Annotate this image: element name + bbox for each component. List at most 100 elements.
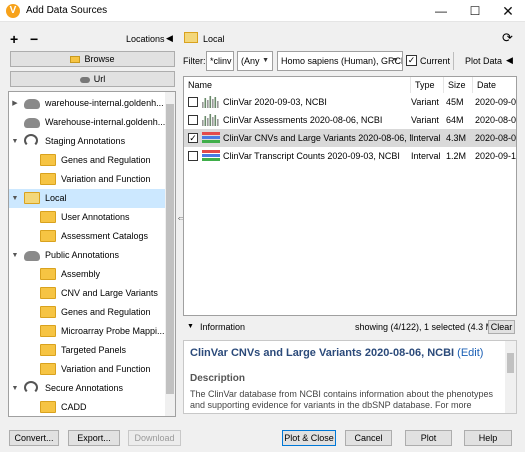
cloud-icon — [24, 99, 40, 109]
expand-right-icon[interactable]: ▶ — [10, 94, 20, 113]
tree-item[interactable]: CADD — [9, 398, 165, 416]
type-select[interactable]: (Any ▼ — [237, 51, 273, 71]
cancel-button[interactable]: Cancel — [345, 430, 392, 446]
chevron-down-icon[interactable]: ▼ — [187, 323, 194, 330]
file-name: ClinVar CNVs and Large Variants 2020-08-… — [223, 133, 411, 143]
tree-item[interactable]: CNV and Large Variants — [9, 284, 165, 303]
column-header-date[interactable]: Date — [473, 77, 516, 93]
tree-item[interactable]: Assessment Catalogs — [9, 227, 165, 246]
column-header-type[interactable]: Type — [411, 77, 444, 93]
collapse-plot-icon[interactable]: ◀ — [506, 55, 513, 66]
info-section-title: Description — [190, 373, 246, 384]
genome-select-value: Homo sapiens (Human), GRCh3 — [281, 56, 403, 66]
file-name: ClinVar 2020-09-03, NCBI — [223, 97, 327, 107]
file-type: Interval — [411, 133, 441, 143]
tree-item-label: Public Annotations — [45, 250, 120, 260]
interval-track-icon — [202, 132, 220, 143]
tree-item[interactable]: User Annotations — [9, 208, 165, 227]
folder-icon — [40, 268, 56, 280]
maximize-button[interactable]: ☐ — [459, 0, 491, 22]
download-button[interactable]: Download — [128, 430, 181, 446]
collapse-left-icon[interactable]: ◀ — [166, 33, 173, 44]
tree-item[interactable]: Targeted Panels — [9, 341, 165, 360]
tree-item[interactable]: Genes and Regulation — [9, 303, 165, 322]
tree-item-label: Targeted Panels — [61, 345, 127, 355]
expand-down-icon[interactable]: ▼ — [10, 379, 20, 398]
file-type: Interval — [411, 151, 441, 161]
plot-close-button[interactable]: Plot & Close — [282, 430, 336, 446]
current-checkbox[interactable]: ✓ — [406, 55, 417, 66]
file-list[interactable]: Name Type Size Date ClinVar 2020-09-03, … — [183, 76, 517, 316]
expand-down-icon[interactable]: ▼ — [10, 246, 20, 265]
file-date: 2020-09-04 — [475, 97, 517, 107]
tree-item-label: CADD — [61, 402, 87, 412]
file-date: 2020-09-17 — [475, 151, 517, 161]
table-row[interactable]: ClinVar Assessments 2020-08-06, NCBI Vari… — [184, 111, 516, 129]
tree-item[interactable]: Variation and Function — [9, 360, 165, 379]
info-scrollbar[interactable] — [505, 341, 516, 413]
tree-item[interactable]: ▼ Public Annotations — [9, 246, 165, 265]
tree-item-label: Genes and Regulation — [61, 307, 151, 317]
folder-icon — [40, 325, 56, 337]
locations-tree[interactable]: ▶ warehouse-internal.goldenh... Warehouse-… — [8, 91, 176, 417]
tree-item[interactable]: Genes and Regulation — [9, 151, 165, 170]
tree-item[interactable]: ▶ warehouse-internal.goldenh... — [9, 94, 165, 113]
column-header-size[interactable]: Size — [444, 77, 473, 93]
table-row[interactable]: ClinVar Transcript Counts 2020-09-03, NC… — [184, 147, 517, 165]
help-button[interactable]: Help — [464, 430, 512, 446]
tree-item-label: Warehouse-internal.goldenh... — [45, 117, 165, 127]
row-checkbox[interactable] — [188, 115, 198, 125]
file-size: 1.2M — [446, 151, 467, 161]
tree-item[interactable]: ▼ Staging Annotations — [9, 132, 165, 151]
genome-select[interactable]: Homo sapiens (Human), GRCh3 ▼ — [277, 51, 403, 71]
tree-item-label: CNV and Large Variants — [61, 288, 158, 298]
folder-icon — [40, 401, 56, 413]
refresh-icon[interactable]: ⟳ — [502, 30, 513, 46]
table-row[interactable]: ClinVar 2020-09-03, NCBI Variant 45M 2020-0… — [184, 93, 517, 111]
title-bar: V Add Data Sources — ☐ ✕ — [0, 0, 525, 22]
tree-scrollbar-thumb[interactable] — [166, 104, 174, 394]
locations-label: Locations — [126, 34, 165, 44]
add-location-button[interactable]: + — [10, 31, 18, 47]
wifi-icon — [24, 134, 38, 147]
tree-item-label: Secure Annotations — [45, 383, 124, 393]
tree-item-label: warehouse-internal.goldenh... — [45, 98, 164, 108]
table-row[interactable]: ✓ ClinVar CNVs and Large Variants 2020-08… — [184, 129, 516, 147]
tree-item[interactable]: Assembly — [9, 265, 165, 284]
tree-item[interactable]: ▼ Secure Annotations — [9, 379, 165, 398]
location-title: Local — [203, 34, 225, 44]
export-button[interactable]: Export... — [68, 430, 120, 446]
tree-item-label: Local — [45, 193, 67, 203]
tree-item[interactable]: ▼ Local — [9, 189, 165, 208]
tree-item[interactable]: Microarray Probe Mappi... — [9, 322, 165, 341]
folder-open-icon — [24, 192, 40, 204]
row-checkbox[interactable]: ✓ — [188, 133, 198, 143]
filter-input[interactable]: *clinv — [206, 51, 234, 71]
file-type: Variant — [411, 97, 439, 107]
row-checkbox[interactable] — [188, 97, 198, 107]
folder-icon — [40, 154, 56, 166]
column-header-name[interactable]: Name — [184, 77, 411, 93]
minimize-button[interactable]: — — [425, 0, 457, 22]
info-scrollbar-thumb[interactable] — [507, 353, 514, 373]
row-checkbox[interactable] — [188, 151, 198, 161]
edit-link[interactable]: (Edit) — [457, 347, 483, 359]
window-title: Add Data Sources — [26, 5, 108, 16]
browse-label: Browse — [84, 54, 115, 64]
tree-scrollbar[interactable] — [165, 92, 175, 416]
info-description: The ClinVar database from NCBI contains … — [190, 389, 494, 410]
expand-down-icon[interactable]: ▼ — [10, 189, 20, 208]
expand-down-icon[interactable]: ▼ — [10, 132, 20, 151]
convert-button[interactable]: Convert... — [9, 430, 59, 446]
tree-item[interactable]: Variation and Function — [9, 170, 165, 189]
url-button[interactable]: Url — [10, 71, 175, 87]
clear-button[interactable]: Clear — [488, 320, 515, 334]
remove-location-button[interactable]: − — [30, 31, 38, 47]
folder-open-icon — [184, 32, 198, 43]
plot-data-label: Plot Data — [465, 56, 503, 66]
plot-button[interactable]: Plot — [405, 430, 452, 446]
tree-item[interactable]: Warehouse-internal.goldenh... — [9, 113, 165, 132]
file-type: Variant — [411, 115, 439, 125]
browse-button[interactable]: Browse — [10, 51, 175, 67]
close-button[interactable]: ✕ — [492, 0, 524, 22]
